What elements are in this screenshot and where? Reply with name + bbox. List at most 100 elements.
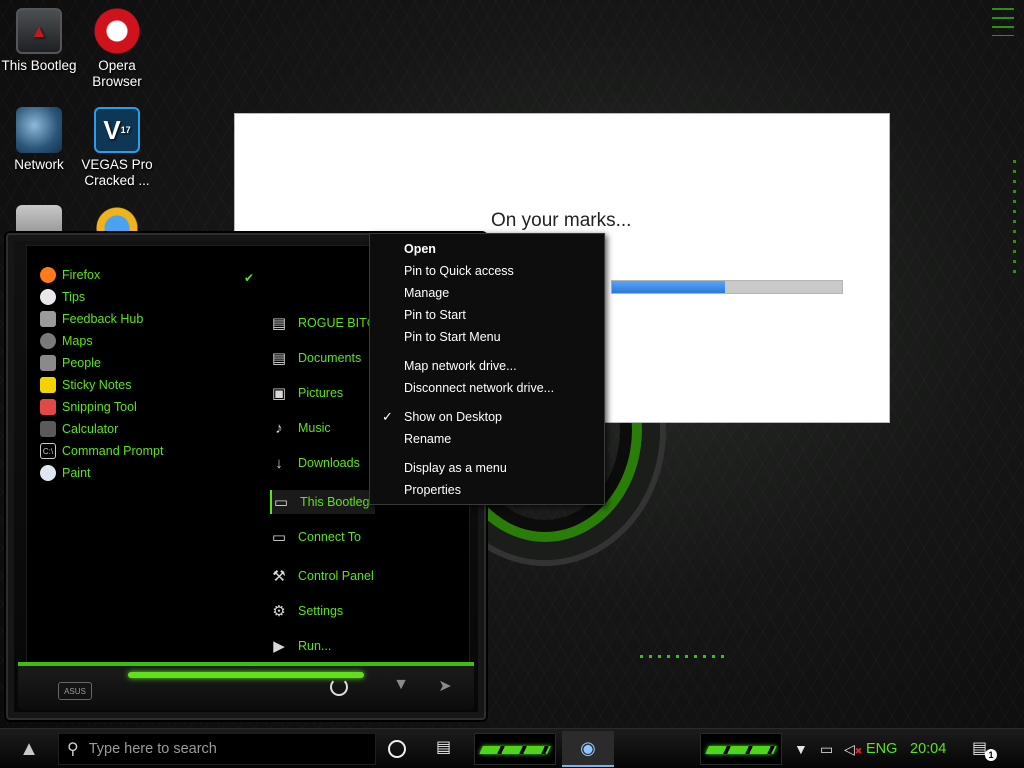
- desktop-icon-label: VEGAS Pro Cracked ...: [81, 157, 153, 188]
- rog-start-icon: ▲: [19, 737, 39, 760]
- ctx-manage[interactable]: Manage: [370, 282, 604, 304]
- ctx-open[interactable]: Open: [370, 238, 604, 260]
- place-connect-to[interactable]: ▭ Connect To: [270, 525, 361, 549]
- taskbar-app-media[interactable]: ◉: [562, 731, 614, 767]
- vegas-version-badge: 17: [120, 125, 131, 135]
- place-control-panel[interactable]: ⚒ Control Panel: [270, 564, 373, 588]
- rog-eye-icon: ➤: [438, 678, 452, 695]
- sticky-notes-icon: [40, 377, 56, 393]
- app-calculator[interactable]: Calculator: [40, 419, 118, 439]
- desktop-icon-this-bootleg[interactable]: ▲ This Bootleg: [0, 8, 78, 74]
- app-label: Command Prompt: [62, 444, 164, 458]
- app-paint[interactable]: Paint: [40, 463, 91, 483]
- snipping-tool-icon: [40, 399, 56, 415]
- app-feedback-hub[interactable]: Feedback Hub: [40, 309, 143, 329]
- search-icon: ⚲: [67, 741, 79, 758]
- place-label: Run...: [298, 639, 332, 653]
- app-sticky-notes[interactable]: Sticky Notes: [40, 375, 131, 395]
- notification-center-icon[interactable]: ▤: [972, 729, 987, 768]
- place-settings[interactable]: ⚙ Settings: [270, 599, 343, 623]
- place-user-folder[interactable]: ▤ ROGUE BITCH: [270, 311, 385, 335]
- app-snipping-tool[interactable]: Snipping Tool: [40, 397, 137, 417]
- taskbar: ▲ ⚲ ▤ ◉ ▼ ▭ ◁✖ ENG 20:04 ▤ 1: [0, 728, 1024, 768]
- wallpaper-stripes: [992, 8, 1014, 36]
- app-tips[interactable]: Tips: [40, 287, 85, 307]
- app-people[interactable]: People: [40, 353, 101, 373]
- app-label: Tips: [62, 290, 86, 304]
- place-pictures[interactable]: ▣ Pictures: [270, 381, 343, 405]
- app-label: Sticky Notes: [62, 378, 132, 392]
- computer-icon: ▭: [273, 494, 289, 511]
- place-label: Documents: [298, 351, 362, 365]
- calculator-icon: [40, 421, 56, 437]
- start-button[interactable]: ▲: [0, 729, 58, 768]
- place-label: This Bootleg: [300, 495, 370, 509]
- language-indicator[interactable]: ENG: [866, 729, 897, 768]
- progress-bar: [611, 280, 843, 294]
- taskbar-decoration-right: [700, 733, 782, 765]
- search-input[interactable]: [88, 741, 349, 757]
- ctx-pin-quick-access[interactable]: Pin to Quick access: [370, 260, 604, 282]
- task-view-icon[interactable]: ▤: [436, 737, 451, 757]
- place-documents[interactable]: ▤ Documents: [270, 346, 361, 370]
- place-music[interactable]: ♪ Music: [270, 416, 330, 440]
- command-prompt-icon: C:\: [40, 443, 56, 459]
- cortana-icon[interactable]: [388, 740, 406, 758]
- vegas-icon: V 17: [94, 107, 140, 153]
- footer-glow-bar: [128, 672, 364, 678]
- user-folder-icon: ▤: [271, 315, 287, 332]
- dialog-title: On your marks...: [491, 210, 632, 231]
- place-this-pc[interactable]: ▭ This Bootleg: [270, 490, 376, 514]
- app-command-prompt[interactable]: C:\ Command Prompt: [40, 441, 163, 461]
- wallpaper-stripes-side: [1013, 160, 1016, 280]
- app-label: Firefox: [62, 268, 101, 282]
- maps-icon: [40, 333, 56, 349]
- notification-badge: 1: [985, 749, 997, 761]
- desktop-icon-network[interactable]: Network: [0, 107, 78, 173]
- ctx-show-on-desktop[interactable]: ✓ Show on Desktop: [370, 406, 604, 428]
- app-maps[interactable]: Maps: [40, 331, 93, 351]
- desktop-icon-label: This Bootleg: [1, 58, 77, 73]
- start-menu-footer: ASUS ▼ ➤: [18, 662, 474, 710]
- app-label: People: [62, 356, 101, 370]
- desktop-icon-label: Network: [14, 157, 64, 172]
- people-icon: [40, 355, 56, 371]
- search-box[interactable]: ⚲: [58, 733, 376, 765]
- place-label: Connect To: [298, 530, 362, 544]
- progress-bar-fill: [612, 281, 725, 293]
- network-icon: [16, 107, 62, 153]
- network-tray-icon[interactable]: ▭: [820, 729, 833, 768]
- opera-icon: [94, 8, 140, 54]
- ctx-show-on-desktop-label: Show on Desktop: [404, 410, 502, 424]
- place-label: Downloads: [298, 456, 360, 470]
- run-icon: ▶: [273, 638, 285, 655]
- ctx-pin-to-start-menu[interactable]: Pin to Start Menu: [370, 326, 604, 348]
- pc-icon: ▲: [16, 8, 62, 54]
- app-label: Maps: [62, 334, 93, 348]
- power-icon[interactable]: [330, 678, 348, 696]
- ctx-disconnect-network-drive[interactable]: Disconnect network drive...: [370, 377, 604, 399]
- ctx-map-network-drive[interactable]: Map network drive...: [370, 355, 604, 377]
- desktop-icon-label: Opera Browser: [92, 58, 142, 89]
- ctx-properties[interactable]: Properties: [370, 479, 604, 501]
- pictures-icon: ▣: [271, 385, 287, 402]
- media-player-icon: ◉: [580, 737, 596, 758]
- volume-muted-icon[interactable]: ◁✖: [844, 729, 862, 768]
- rog-tray-icon[interactable]: ▼: [794, 729, 808, 768]
- ctx-pin-to-start[interactable]: Pin to Start: [370, 304, 604, 326]
- settings-icon: ⚙: [272, 603, 286, 620]
- ctx-rename[interactable]: Rename: [370, 428, 604, 450]
- checkmark-icon: ✓: [382, 409, 393, 424]
- place-downloads[interactable]: ↓ Downloads: [270, 451, 360, 475]
- ctx-display-as-menu[interactable]: Display as a menu: [370, 457, 604, 479]
- app-label: Snipping Tool: [62, 400, 137, 414]
- desktop-icon-opera[interactable]: Opera Browser: [78, 8, 156, 90]
- wallpaper-dots: [640, 655, 730, 658]
- place-run[interactable]: ▶ Run...: [270, 634, 331, 658]
- desktop-icon-vegas[interactable]: V 17 VEGAS Pro Cracked ...: [78, 107, 156, 189]
- app-firefox[interactable]: Firefox: [40, 265, 100, 285]
- app-label: Feedback Hub: [62, 312, 144, 326]
- place-label: Pictures: [298, 386, 344, 400]
- clock[interactable]: 20:04: [910, 729, 946, 768]
- feedback-hub-icon: [40, 311, 56, 327]
